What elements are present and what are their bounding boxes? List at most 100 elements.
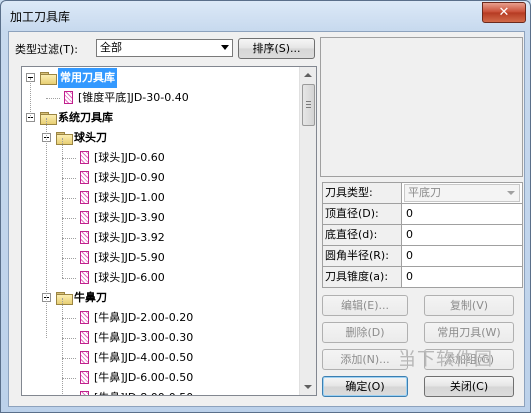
tree-folder-row[interactable]: 系统刀具库 <box>22 108 298 128</box>
scroll-thumb[interactable] <box>302 84 315 126</box>
tree-tool-row[interactable]: [球头]JD-6.00 <box>22 268 298 288</box>
tree-tool-row[interactable]: [牛鼻]JD-6.00-0.50 <box>22 368 298 388</box>
watermark: 当下软件园 <box>398 345 524 389</box>
tool-type-value: 平底刀 <box>408 186 441 199</box>
tool-icon <box>80 251 89 264</box>
prop-row-bottom-diameter: 底直径(d): 0 <box>323 225 522 246</box>
ok-button[interactable]: 确定(O) <box>322 376 408 397</box>
tree-tool-label: [球头]JD-3.92 <box>94 231 165 244</box>
tree-tool-label: [牛鼻]JD-6.00-0.50 <box>94 371 194 384</box>
tree-tool-row[interactable]: [球头]JD-1.00 <box>22 188 298 208</box>
tree-tool-label: [球头]JD-5.90 <box>94 251 165 264</box>
prop-row-taper: 刀具锥度(a): 0 <box>323 267 522 287</box>
tool-icon <box>80 271 89 284</box>
folder-icon <box>40 112 57 125</box>
tree-connector <box>62 158 76 159</box>
tree-tool-label: [锥度平底]JD-30-0.40 <box>78 91 189 104</box>
tree-tool-label: [球头]JD-1.00 <box>94 191 165 204</box>
tree-tool-row[interactable]: [球头]JD-0.60 <box>22 148 298 168</box>
tree-tool-label: [牛鼻]JD-4.00-0.50 <box>94 351 194 364</box>
tree-tool-row[interactable]: [球头]JD-5.90 <box>22 248 298 268</box>
type-filter-select[interactable]: 全部 <box>96 39 233 57</box>
tree-folder-row[interactable]: 球头刀 <box>22 128 298 148</box>
folder-icon <box>56 292 73 305</box>
type-filter-label: 类型过滤(T): <box>15 43 79 56</box>
tree-scrollbar[interactable] <box>299 67 316 395</box>
tree-guide-line <box>30 78 31 118</box>
taper-value[interactable]: 0 <box>406 267 413 287</box>
prop-row-top-diameter: 顶直径(D): 0 <box>323 204 522 225</box>
tool-type-label: 刀具类型: <box>323 183 402 203</box>
tree-connector <box>62 198 76 199</box>
window-close-button[interactable]: ✕ <box>482 2 526 23</box>
top-diameter-label: 顶直径(D): <box>323 204 402 224</box>
tool-type-select: 平底刀 <box>404 184 520 202</box>
tree-connector <box>62 238 76 239</box>
tree-tool-row[interactable]: [球头]JD-3.92 <box>22 228 298 248</box>
tree-tool-row[interactable]: [牛鼻]JD-4.00-0.50 <box>22 348 298 368</box>
tree-tool-row[interactable]: [牛鼻]JD-8.00-0.50 <box>22 388 298 395</box>
tool-icon <box>80 231 89 244</box>
chevron-down-icon <box>507 191 515 195</box>
tool-icon <box>80 351 89 364</box>
title-bar[interactable]: 加工刀具库 ✕ <box>1 1 530 31</box>
tree-tool-label: [球头]JD-0.60 <box>94 151 165 164</box>
folder-icon <box>40 72 57 85</box>
window-title: 加工刀具库 <box>10 10 71 24</box>
edit-button[interactable]: 编辑(E)... <box>322 295 408 316</box>
tree-connector <box>62 178 76 179</box>
tree-tool-label: [牛鼻]JD-3.00-0.30 <box>94 331 194 344</box>
watermark-text: 当下软件园 <box>398 349 493 370</box>
scroll-down-arrow-icon[interactable] <box>300 379 316 395</box>
bottom-diameter-label: 底直径(d): <box>323 225 402 245</box>
tree-folder-label: 牛鼻刀 <box>74 291 107 304</box>
type-filter-value: 全部 <box>100 41 122 54</box>
tree-folder-label: 球头刀 <box>74 131 107 144</box>
tree-tool-row[interactable]: [球头]JD-3.90 <box>22 208 298 228</box>
prop-row-corner-radius: 圆角半径(R): 0 <box>323 246 522 267</box>
tool-icon <box>80 171 89 184</box>
tree-folder-row[interactable]: 常用刀具库 <box>22 68 298 88</box>
top-diameter-value[interactable]: 0 <box>406 204 413 224</box>
tool-properties-grid: 刀具类型: 平底刀 顶直径(D): 0 底直径(d): 0 圆角半径(R): 0… <box>322 182 523 288</box>
tool-icon <box>80 151 89 164</box>
tree-tool-row[interactable]: [牛鼻]JD-3.00-0.30 <box>22 328 298 348</box>
tree-connector <box>62 318 76 319</box>
tool-icon <box>64 91 73 104</box>
common-tools-button[interactable]: 常用刀具(W) <box>424 322 514 343</box>
tool-tree[interactable]: 常用刀具库 [锥度平底]JD-30-0.40 系统刀具库球头刀 [球头]JD-0.60… <box>21 66 317 396</box>
tree-folder-label: 常用刀具库 <box>58 68 117 88</box>
tool-icon <box>80 371 89 384</box>
tree-tool-label: [球头]JD-0.90 <box>94 171 165 184</box>
tree-connector <box>62 338 76 339</box>
tree-folder-row[interactable]: 牛鼻刀 <box>22 288 298 308</box>
prop-row-tool-type: 刀具类型: 平底刀 <box>323 183 522 204</box>
taper-label: 刀具锥度(a): <box>323 267 402 287</box>
tree-guide-line <box>62 138 63 278</box>
tree-guide-line <box>62 298 63 395</box>
tree-connector <box>46 98 60 99</box>
tree-folder-label: 系统刀具库 <box>58 111 113 124</box>
tree-guide-line <box>46 118 47 338</box>
tree-tool-label: [球头]JD-6.00 <box>94 271 165 284</box>
sort-button[interactable]: 排序(S)... <box>238 38 315 59</box>
add-button[interactable]: 添加(N)... <box>322 349 408 370</box>
tree-tool-row[interactable]: [锥度平底]JD-30-0.40 <box>22 88 298 108</box>
tree-tool-label: [球头]JD-3.90 <box>94 211 165 224</box>
tree-connector <box>62 378 76 379</box>
tool-icon <box>80 391 89 395</box>
delete-button[interactable]: 删除(D) <box>322 322 408 343</box>
tool-library-dialog: 加工刀具库 ✕ 类型过滤(T): 全部 排序(S)... 常用刀具库 [锥度平底]… <box>0 0 531 413</box>
tree-tool-label: [牛鼻]JD-2.00-0.20 <box>94 311 194 324</box>
tree-connector <box>62 278 76 279</box>
corner-radius-value[interactable]: 0 <box>406 246 413 266</box>
copy-button[interactable]: 复制(V) <box>424 295 514 316</box>
folder-icon <box>56 132 73 145</box>
tool-icon <box>80 311 89 324</box>
tree-connector <box>62 358 76 359</box>
tool-icon <box>80 191 89 204</box>
tree-tool-row[interactable]: [球头]JD-0.90 <box>22 168 298 188</box>
bottom-diameter-value[interactable]: 0 <box>406 225 413 245</box>
tree-tool-row[interactable]: [牛鼻]JD-2.00-0.20 <box>22 308 298 328</box>
scroll-up-arrow-icon[interactable] <box>300 67 316 83</box>
